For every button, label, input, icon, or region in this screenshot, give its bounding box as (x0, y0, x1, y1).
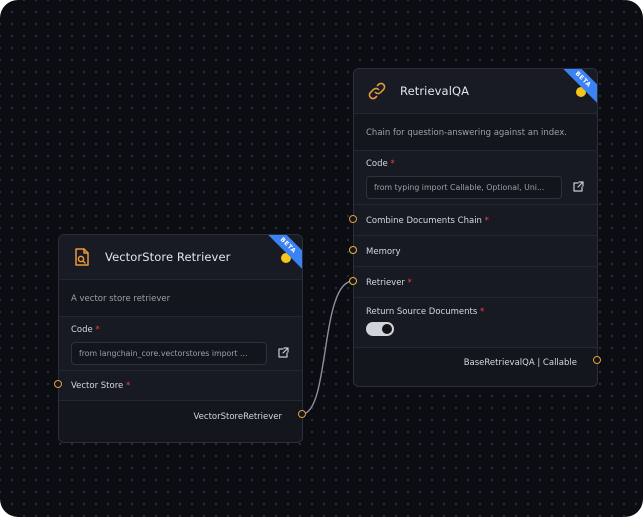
combine-documents-chain-row: Combine Documents Chain * (354, 205, 597, 236)
code-value: from typing import Callable, Optional, U… (374, 183, 545, 192)
memory-label: Memory (366, 247, 401, 257)
combine-documents-chain-label: Combine Documents Chain * (366, 216, 489, 226)
code-label-text: Code (71, 325, 93, 335)
retriever-port[interactable] (349, 277, 357, 285)
required-mark: * (484, 216, 489, 226)
retriever-row: Retriever * (354, 267, 597, 298)
return-source-documents-row: Return Source Documents * (354, 298, 597, 348)
required-mark: * (407, 278, 412, 288)
description-text: Chain for question-answering against an … (366, 128, 567, 138)
code-label-text: Code (366, 159, 388, 169)
output-row: BaseRetrievalQA | Callable (354, 348, 597, 378)
toggle-knob (382, 324, 392, 334)
retriever-label: Retriever * (366, 278, 412, 288)
node-header[interactable]: VectorStore Retriever BETA (59, 235, 302, 280)
vector-store-label: Vector Store * (71, 381, 130, 391)
retriever-label-text: Retriever (366, 278, 405, 288)
output-row: VectorStoreRetriever (59, 401, 302, 432)
external-link-icon[interactable] (571, 179, 585, 193)
return-source-documents-toggle[interactable] (366, 322, 394, 336)
vectorstore-retriever-output-port[interactable] (298, 410, 306, 418)
output-label: VectorStoreRetriever (193, 412, 282, 422)
flow-canvas[interactable]: VectorStore Retriever BETA A vector stor… (0, 0, 643, 517)
code-input[interactable]: from langchain_core.vectorstores import … (71, 342, 267, 365)
required-mark: * (125, 381, 131, 391)
return-source-label-text: Return Source Documents (366, 307, 478, 317)
node-description: Chain for question-answering against an … (354, 114, 597, 151)
external-link-icon[interactable] (276, 345, 290, 359)
code-field: Code * from typing import Callable, Opti… (354, 151, 597, 205)
node-title: VectorStore Retriever (105, 250, 231, 264)
required-mark: * (479, 307, 485, 317)
memory-port[interactable] (349, 246, 357, 254)
required-mark: * (390, 159, 395, 169)
link-icon (366, 80, 388, 102)
output-label: BaseRetrievalQA | Callable (463, 358, 577, 368)
combine-label-text: Combine Documents Chain (366, 216, 482, 226)
code-value: from langchain_core.vectorstores import … (79, 349, 248, 358)
node-description: A vector store retriever (59, 280, 302, 317)
file-search-icon (71, 246, 93, 268)
retrievalqa-output-port[interactable] (593, 356, 601, 364)
code-label: Code * (366, 159, 395, 169)
required-mark: * (95, 325, 100, 335)
vectorstore-retriever-node[interactable]: VectorStore Retriever BETA A vector stor… (58, 234, 303, 443)
vector-store-label-text: Vector Store (71, 381, 124, 391)
node-header[interactable]: RetrievalQA BETA (354, 69, 597, 114)
node-title: RetrievalQA (400, 84, 470, 98)
retrievalqa-node[interactable]: RetrievalQA BETA Chain for question-answ… (353, 68, 598, 387)
code-label: Code * (71, 325, 100, 335)
code-field: Code * from langchain_core.vectorstores … (59, 317, 302, 371)
code-input[interactable]: from typing import Callable, Optional, U… (366, 176, 562, 199)
description-text: A vector store retriever (71, 294, 171, 304)
vector-store-input-row: Vector Store * (59, 371, 302, 401)
return-source-documents-label: Return Source Documents * (366, 307, 484, 317)
vector-store-input-port[interactable] (54, 380, 62, 388)
combine-documents-chain-port[interactable] (349, 215, 357, 223)
memory-row: Memory (354, 236, 597, 267)
